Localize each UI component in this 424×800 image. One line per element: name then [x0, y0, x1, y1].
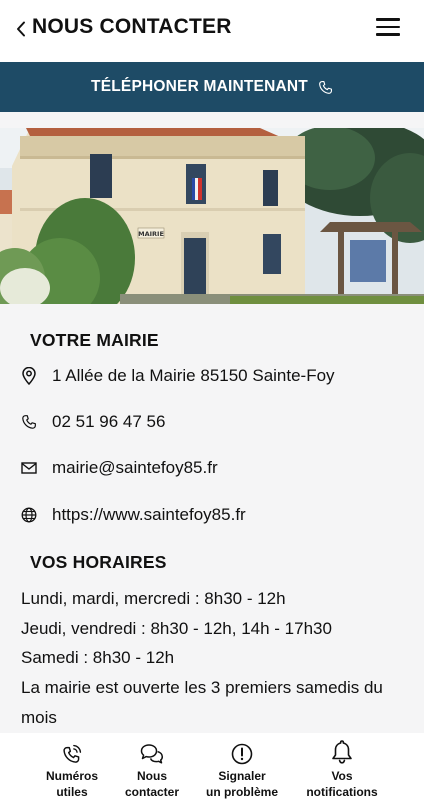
nav-numeros-utiles[interactable]: Numéros utiles — [36, 739, 108, 800]
app-header: NOUS CONTACTER — [0, 0, 424, 62]
nav-signaler-probleme[interactable]: Signaler un problème — [196, 739, 288, 800]
nav-label: Numéros utiles — [45, 769, 98, 799]
website-text: https://www.saintefoy85.fr — [52, 505, 246, 524]
phone-ringing-icon — [61, 739, 83, 765]
page-title: NOUS CONTACTER — [32, 15, 232, 38]
nav-vos-notifications[interactable]: Vos notifications — [296, 739, 388, 800]
hours-line: Samedi : 8h30 - 12h — [21, 648, 175, 668]
hours-line: Jeudi, vendredi : 8h30 - 12h, 14h - 17h3… — [21, 618, 332, 638]
website-row[interactable]: https://www.saintefoy85.fr — [20, 500, 410, 530]
bell-icon — [331, 739, 353, 765]
mairie-sign: MAIRIE — [138, 230, 164, 238]
globe-icon — [20, 506, 38, 524]
call-now-button[interactable]: TÉLÉPHONER MAINTENANT — [0, 62, 424, 112]
opening-hours: Lundi, mardi, mercredi : 8h30 - 12h Jeud… — [21, 584, 411, 733]
address-text: 1 Allée de la Mairie 85150 Sainte-Foy — [52, 366, 335, 385]
phone-icon — [20, 413, 38, 431]
phone-row[interactable]: 02 51 96 47 56 — [20, 407, 410, 437]
mairie-heading: VOTRE MAIRIE — [30, 330, 159, 350]
town-hall-photo: MAIRIE — [0, 128, 424, 304]
chat-bubbles-icon — [140, 739, 164, 765]
nav-label: Signaler un problème — [205, 769, 278, 799]
chevron-left-icon — [17, 21, 25, 37]
nav-label: Vos notifications — [306, 769, 378, 799]
phone-text: 02 51 96 47 56 — [52, 412, 166, 431]
back-button[interactable] — [10, 16, 32, 42]
map-pin-icon — [20, 367, 38, 385]
email-row[interactable]: mairie@saintefoy85.fr — [20, 453, 410, 483]
nav-nous-contacter[interactable]: Nous contacter — [116, 739, 188, 800]
email-text: mairie@saintefoy85.fr — [52, 458, 218, 477]
mail-icon — [20, 459, 38, 477]
phone-icon — [319, 80, 332, 94]
hours-line: Lundi, mardi, mercredi : 8h30 - 12h — [21, 589, 286, 608]
address-row[interactable]: 1 Allée de la Mairie 85150 Sainte-Foy — [20, 361, 410, 391]
call-now-label: TÉLÉPHONER MAINTENANT — [91, 78, 308, 95]
horaires-heading: VOS HORAIRES — [30, 552, 167, 572]
hamburger-menu-button[interactable] — [376, 18, 400, 38]
nav-label: Nous contacter — [124, 769, 180, 799]
hours-line: La mairie est ouverte les 3 premiers sam… — [21, 678, 383, 727]
bottom-navigation: Numéros utiles Nous contacter Signaler u… — [0, 733, 424, 800]
alert-circle-icon — [231, 739, 253, 765]
